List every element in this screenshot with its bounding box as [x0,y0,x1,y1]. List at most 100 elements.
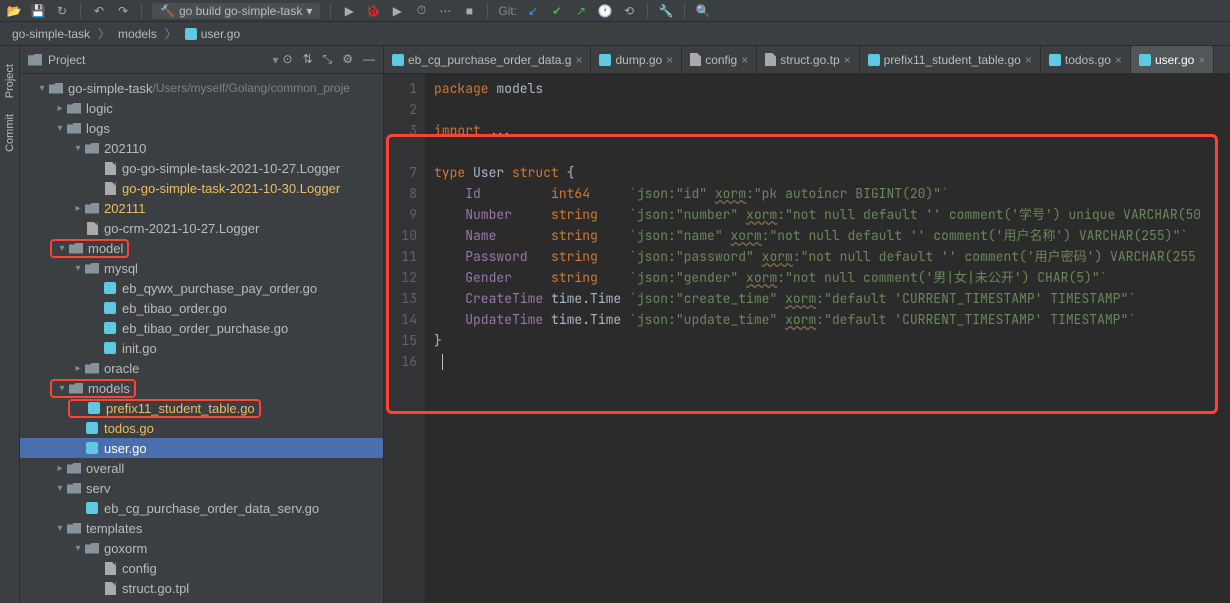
tree-item-label: 202111 [104,201,145,216]
tree-item-label: goxorm [104,541,147,556]
search-icon[interactable]: 🔍 [695,3,711,19]
close-icon[interactable]: × [1198,53,1205,67]
settings-icon[interactable]: ⚙ [342,52,353,67]
tree-item[interactable]: user.go [20,438,383,458]
editor-tab[interactable]: struct.go.tp× [757,46,859,73]
folder-icon [68,241,84,255]
folder-icon [84,201,100,215]
sidebar-tab-project[interactable]: Project [2,56,18,106]
tree-item[interactable]: ▾202110 [20,138,383,158]
refresh-icon[interactable]: ↻ [54,3,70,19]
folder-icon [84,141,100,155]
tree-item[interactable]: ▸202111 [20,198,383,218]
tree-item[interactable]: prefix11_student_table.go [20,398,383,418]
chevron-down-icon: ▾ [306,4,312,18]
tree-item[interactable]: eb_tibao_order_purchase.go [20,318,383,338]
close-icon[interactable]: × [1115,53,1122,67]
chevron-down-icon[interactable]: ▾ [268,53,282,67]
tree-item[interactable]: ▸logic [20,98,383,118]
tree-item[interactable]: config [20,558,383,578]
tree-item[interactable]: ▸tool [20,598,383,603]
go-file-icon [84,501,100,515]
ide-settings-icon[interactable]: 🔧 [658,3,674,19]
close-icon[interactable]: × [741,53,748,67]
tree-item[interactable]: ▸overall [20,458,383,478]
editor-tab[interactable]: dump.go× [591,46,682,73]
editor-tab[interactable]: config × [682,46,757,73]
push-icon[interactable]: ↗ [573,3,589,19]
tree-item[interactable]: go-go-simple-task-2021-10-30.Logger [20,178,383,198]
project-panel: Project ▾ ⊙ ⇅ ⤡ ⚙ — ▾go-simple-task /Use… [20,46,384,603]
rollback-icon[interactable]: ⟲ [621,3,637,19]
editor-tab[interactable]: user.go× [1131,46,1214,73]
tree-item-label: init.go [122,341,157,356]
tree-item[interactable]: init.go [20,338,383,358]
go-file-icon [84,441,100,455]
update-icon[interactable]: ↙ [525,3,541,19]
close-icon[interactable]: × [1025,53,1032,67]
tree-item[interactable]: struct.go.tpl [20,578,383,598]
tree-item[interactable]: ▾templates [20,518,383,538]
tree-item[interactable]: eb_tibao_order.go [20,298,383,318]
tab-label: config [705,53,737,67]
tree-item[interactable]: ▾goxorm [20,538,383,558]
folder-icon [66,101,82,115]
tree-item[interactable]: ▾go-simple-task /Users/myself/Golang/com… [20,78,383,98]
editor-tab[interactable]: todos.go × [1041,46,1131,73]
editor-tabs: eb_cg_purchase_order_data.g×dump.go×conf… [384,46,1230,74]
history-icon[interactable]: 🕐 [597,3,613,19]
code-area[interactable]: 123 78910111213141516 package models imp… [384,74,1230,603]
tree-item[interactable]: eb_cg_purchase_order_data_serv.go [20,498,383,518]
tree-item-label: eb_cg_purchase_order_data_serv.go [104,501,319,516]
commit-icon[interactable]: ✔ [549,3,565,19]
save-icon[interactable]: 💾 [30,3,46,19]
breadcrumb-folder[interactable]: models [114,25,161,43]
folder-icon [84,361,100,375]
select-opened-file-icon[interactable]: ⊙ [283,52,293,67]
collapse-all-icon[interactable]: ⤡ [323,52,333,67]
tree-item[interactable]: ▾model [20,238,383,258]
tree-item[interactable]: go-crm-2021-10-27.Logger [20,218,383,238]
git-label: Git: [498,4,517,18]
sidebar-tab-commit[interactable]: Commit [2,106,18,160]
tree-item[interactable]: ▸oracle [20,358,383,378]
breadcrumb-root[interactable]: go-simple-task [8,25,94,43]
hide-icon[interactable]: — [363,52,375,67]
editor-tab[interactable]: prefix11_student_table.go × [860,46,1041,73]
close-icon[interactable]: × [844,53,851,67]
tree-item[interactable]: go-go-simple-task-2021-10-27.Logger [20,158,383,178]
attach-icon[interactable]: ⋯ [437,3,453,19]
breadcrumb-file[interactable]: user.go [181,25,244,43]
build-config-selector[interactable]: 🔨 go build go-simple-task ▾ [152,3,320,19]
expand-all-icon[interactable]: ⇅ [303,52,313,67]
stop-icon[interactable]: ■ [461,3,477,19]
tree-item-label: go-go-simple-task-2021-10-30.Logger [122,181,340,196]
tree-item[interactable]: todos.go [20,418,383,438]
run-icon[interactable]: ▶ [341,3,357,19]
tree-item[interactable]: ▾serv [20,478,383,498]
tree-item[interactable]: ▾mysql [20,258,383,278]
tab-label: todos.go [1065,53,1111,67]
open-icon[interactable]: 📂 [6,3,22,19]
tree-item[interactable]: ▾models [20,378,383,398]
code[interactable]: package models import ... type User stru… [426,74,1230,603]
tab-label: prefix11_student_table.go [884,53,1021,67]
tree-item[interactable]: eb_qywx_purchase_pay_order.go [20,278,383,298]
tree-item-label: logs [86,121,110,136]
text-file-icon [102,561,118,575]
project-tree[interactable]: ▾go-simple-task /Users/myself/Golang/com… [20,74,383,603]
profile-icon[interactable]: ⏱ [413,3,429,19]
tree-item-label: overall [86,461,124,476]
editor-tab[interactable]: eb_cg_purchase_order_data.g× [384,46,591,73]
undo-icon[interactable]: ↶ [91,3,107,19]
coverage-icon[interactable]: ▶ [389,3,405,19]
go-file-icon [392,54,404,66]
build-config-label: go build go-simple-task [179,4,302,18]
close-icon[interactable]: × [575,53,582,67]
folder-icon [66,121,82,135]
redo-icon[interactable]: ↷ [115,3,131,19]
tree-item-label: eb_tibao_order.go [122,301,227,316]
close-icon[interactable]: × [666,53,673,67]
debug-icon[interactable]: 🐞 [365,3,381,19]
tree-item[interactable]: ▾logs [20,118,383,138]
